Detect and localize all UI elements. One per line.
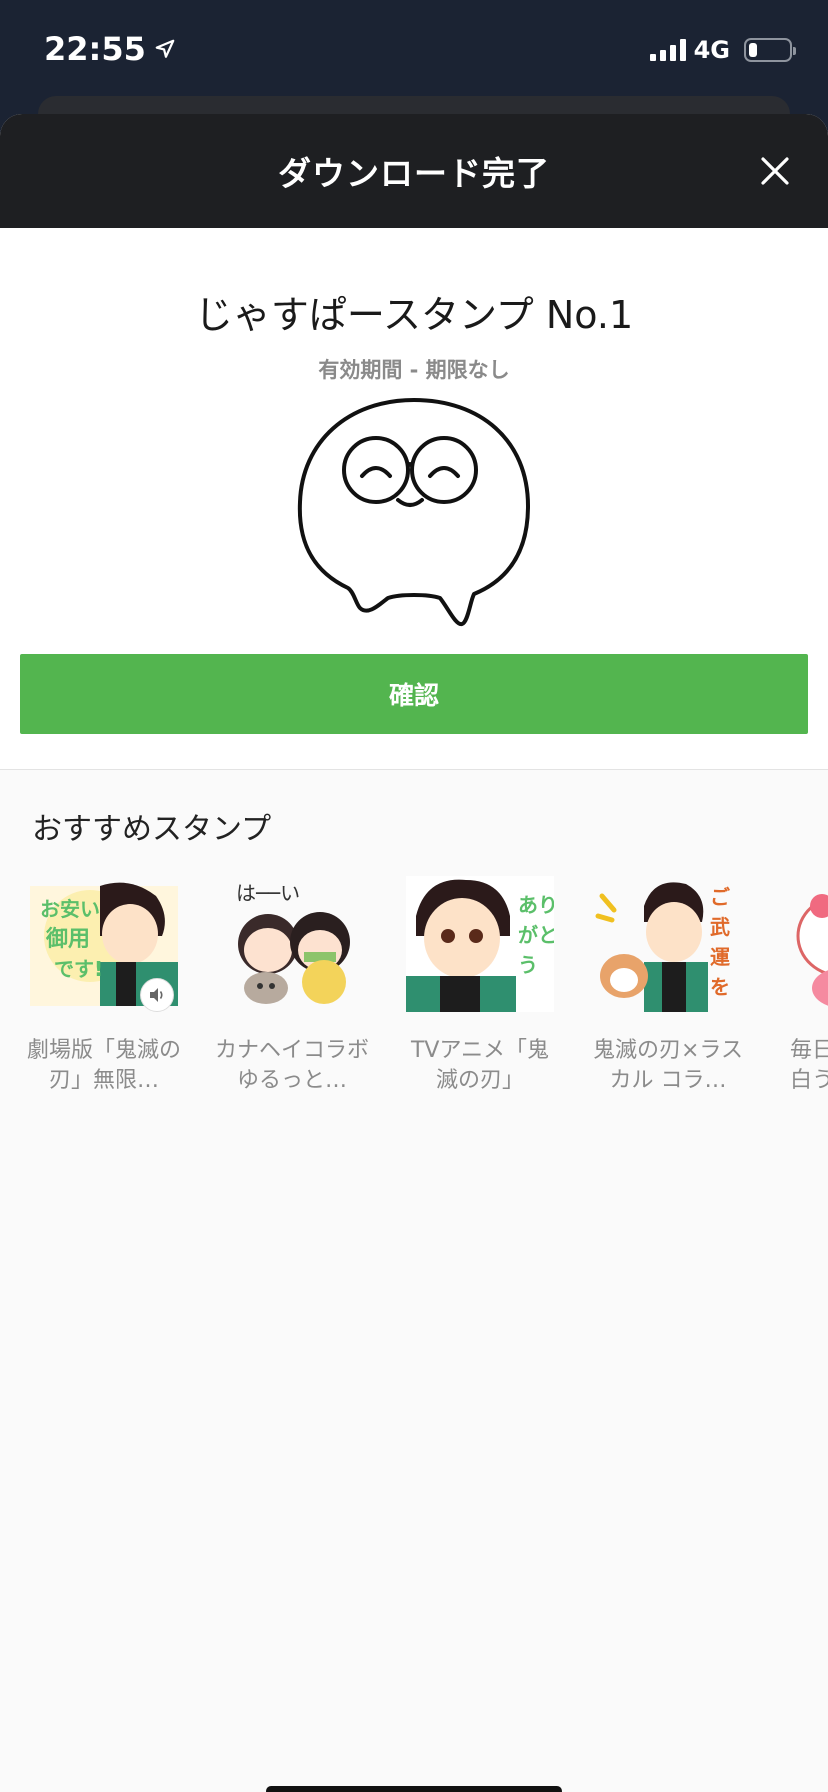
svg-text:う: う	[518, 953, 538, 977]
sticker-item-label: 毎日白う	[790, 1038, 828, 1093]
modal-header: ダウンロード完了	[0, 114, 828, 228]
status-bar: 22:55 4G	[0, 0, 828, 100]
sticker-item-5[interactable]: 毎日白う	[772, 876, 828, 1096]
confirm-button[interactable]: 確認	[20, 654, 808, 734]
clock: 22:55	[44, 30, 146, 68]
location-arrow-icon	[155, 39, 175, 58]
svg-text:がと: がと	[518, 923, 554, 947]
validity-period: 有効期間 - 期限なし	[318, 358, 510, 382]
home-indicator[interactable]	[266, 1786, 562, 1792]
modal-title: ダウンロード完了	[278, 154, 550, 193]
sticker-thumbnail: ご 武 運 を	[594, 876, 742, 1012]
sticker-pack-name: じゃすぱースタンプ No.1	[194, 293, 634, 337]
sticker-item-label: TVアニメ「鬼滅の刃」	[410, 1038, 550, 1093]
svg-text:あり: あり	[518, 893, 554, 917]
sticker-item-3[interactable]: あり がと う TVアニメ「鬼滅の刃」	[396, 876, 564, 1096]
svg-text:御用: 御用	[45, 926, 90, 952]
sticker-item-label: 劇場版「鬼滅の刃」無限…	[26, 1038, 181, 1093]
network-type: 4G	[693, 36, 730, 64]
sticker-thumbnail: は──い	[218, 876, 366, 1012]
sticker-thumbnail: あり がと う	[406, 876, 558, 1012]
svg-text:お安い: お安い	[40, 897, 100, 921]
sticker-item-label: カナヘイコラボ ゆるっと…	[214, 1038, 369, 1093]
sticker-thumbnail: お安い 御用 です!	[30, 876, 178, 1012]
sticker-item-2[interactable]: は──い カナヘイコラボ ゆるっと…	[208, 876, 376, 1096]
download-card: じゃすぱースタンプ No.1 有効期間 - 期限なし 確認	[0, 228, 828, 770]
svg-text:運: 運	[710, 945, 730, 969]
recommended-stickers-title: おすすめスタンプ	[32, 812, 272, 847]
svg-text:は──い: は──い	[236, 881, 300, 905]
close-button[interactable]	[752, 148, 798, 194]
close-icon	[761, 157, 789, 185]
svg-text:ご: ご	[710, 885, 730, 909]
sticker-item-label: 鬼滅の刃×ラスカル コラ…	[593, 1038, 743, 1093]
cellular-signal-icon	[649, 39, 686, 61]
download-complete-modal: ダウンロード完了 じゃすぱースタンプ No.1 有効期間 - 期限なし 確認 お…	[0, 114, 828, 1792]
status-time: 22:55	[44, 30, 176, 68]
svg-text:武: 武	[710, 915, 730, 939]
battery-icon	[744, 38, 796, 62]
sticker-thumbnail	[782, 876, 828, 1012]
sound-icon	[140, 978, 174, 1012]
sticker-item-1[interactable]: お安い 御用 です! 劇場版「鬼滅の刃」無限…	[20, 876, 188, 1096]
status-indicators: 4G	[649, 36, 796, 64]
recommended-stickers-list: お安い 御用 です! 劇場版「鬼滅の刃」無限… は──い カナヘイコラボ ゆるっ…	[0, 876, 828, 1116]
svg-text:を: を	[710, 975, 730, 999]
sticker-item-4[interactable]: ご 武 運 を 鬼滅の刃×ラスカル コラ…	[584, 876, 752, 1096]
svg-text:です!: です!	[54, 957, 103, 981]
sticker-preview-image	[297, 398, 530, 627]
